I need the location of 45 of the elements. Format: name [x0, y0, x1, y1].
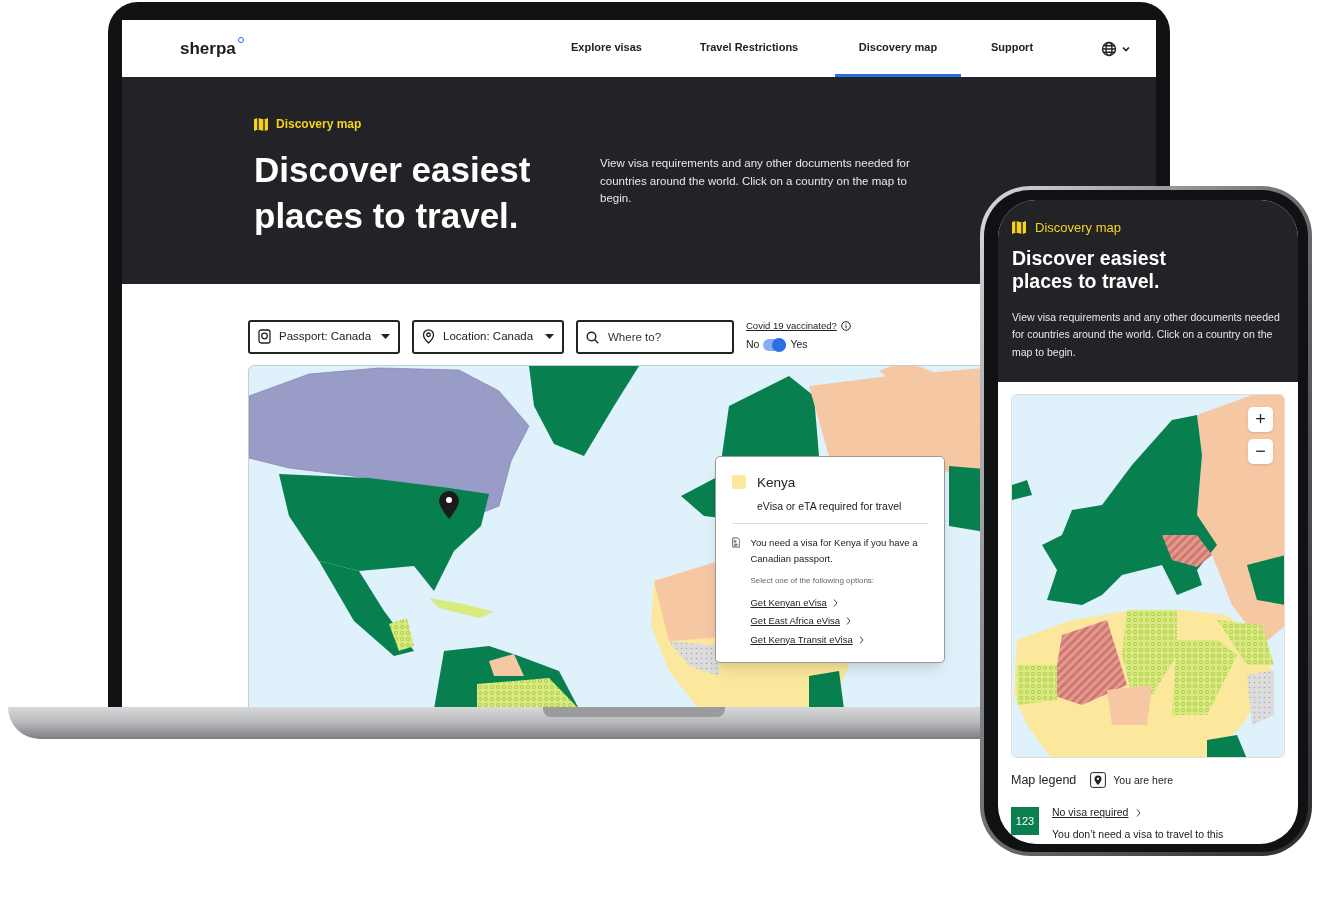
info-icon: [840, 320, 851, 331]
zoom-out-button[interactable]: −: [1248, 439, 1273, 464]
dropdown-caret-icon: [381, 333, 390, 340]
hero-title: Discover easiest places to travel.: [254, 149, 532, 237]
location-marker-icon: [439, 491, 459, 519]
eyebrow-label: Discovery map: [276, 116, 362, 133]
globe-icon[interactable]: [1101, 40, 1117, 57]
chevron-right-icon: [1136, 808, 1142, 817]
you-are-here-label: You are here: [1113, 772, 1174, 788]
options-heading: Select one of the following options:: [750, 575, 876, 587]
nav-tab[interactable]: Support: [961, 20, 1063, 77]
toggle-off-label: No: [746, 336, 760, 352]
map-icon: [1012, 221, 1026, 235]
legend-badge: 123: [1011, 806, 1039, 835]
sherpa-logo[interactable]: sherpa: [180, 35, 244, 62]
country-name: Kenya: [757, 474, 797, 492]
search-field[interactable]: Where to?: [576, 319, 734, 354]
nav-tab[interactable]: Explore visas: [550, 20, 663, 77]
visa-option-link[interactable]: Get Kenyan eVisa: [750, 596, 827, 611]
zoom-in-button[interactable]: +: [1248, 407, 1273, 432]
eyebrow-label: Discovery map: [1035, 219, 1121, 237]
legend-description: You don’t need a visa to travel to this: [1052, 826, 1224, 842]
visa-option-link[interactable]: Get East Africa eVisa: [750, 614, 841, 629]
hero-description: View visa requirements and any other documents needed for countries around the world. Click on a country on the map to begin.: [600, 156, 911, 206]
hero-description: View visa requirements and any other documents needed for countries around the world. Click on a country on the map to begin.: [1012, 309, 1281, 360]
vaccinated-link[interactable]: Covid 19 vaccinated?: [746, 318, 837, 333]
visa-option-link[interactable]: Get Kenya Transit eVisa: [750, 632, 853, 647]
visa-message: You need a visa for Kenya if you have a Canadian passport.: [750, 536, 919, 566]
legend-title: Map legend: [1011, 772, 1077, 789]
passport-dropdown[interactable]: Passport: Canada: [248, 319, 400, 354]
location-marker-icon: [1090, 772, 1107, 789]
toggle-on-label: Yes: [790, 336, 808, 352]
europe-africa-map-drawing[interactable]: [1012, 395, 1284, 757]
vaccinated-toggle[interactable]: [763, 338, 787, 351]
hero-title: Discover easiest places to travel.: [1012, 246, 1167, 293]
legend-link[interactable]: No visa required: [1052, 804, 1129, 821]
map-icon: [254, 117, 268, 131]
nav-tab[interactable]: Travel Restrictions: [663, 20, 835, 77]
location-dropdown[interactable]: Location: Canada: [412, 319, 564, 354]
passport-icon: [258, 329, 271, 344]
document-icon: [732, 535, 741, 550]
location-pin-icon: [422, 329, 435, 344]
search-icon: [586, 330, 599, 344]
visa-status: eVisa or eTA required for travel: [757, 499, 902, 515]
dropdown-caret-icon: [545, 333, 554, 340]
